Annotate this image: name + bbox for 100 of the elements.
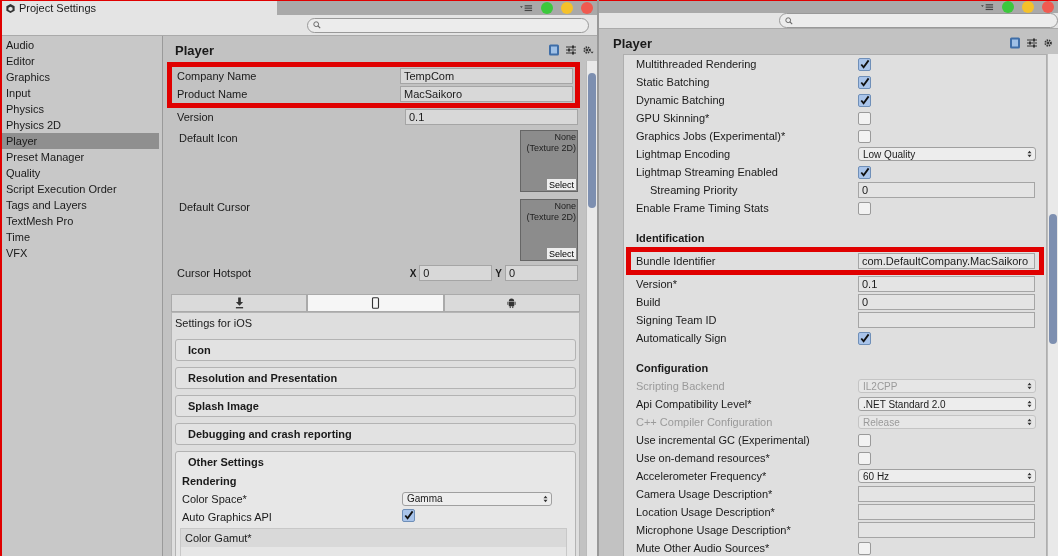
checkbox[interactable] (402, 509, 415, 522)
checkbox[interactable] (858, 93, 871, 107)
inspector-title: Player (175, 42, 215, 60)
checkbox[interactable] (858, 201, 871, 215)
field-label: Enable Frame Timing Stats (636, 202, 770, 214)
texture-slot[interactable]: None (Texture 2D) Select (520, 199, 578, 261)
text-field[interactable] (858, 486, 1035, 502)
download-arrow-icon (234, 297, 244, 309)
window-title: Project Settings (19, 2, 97, 14)
checkbox[interactable] (858, 331, 871, 345)
search-field[interactable] (307, 17, 589, 33)
sidebar-item[interactable]: Script Execution Order (2, 181, 159, 197)
scrollbar[interactable] (586, 61, 597, 556)
minimize-button[interactable] (1022, 1, 1034, 13)
platform-tab[interactable] (443, 294, 580, 312)
sidebar-item[interactable]: VFX (2, 245, 159, 261)
sidebar-item[interactable]: Quality (2, 165, 159, 181)
close-button[interactable] (581, 2, 593, 14)
checkbox[interactable] (858, 541, 871, 555)
sliders-icon[interactable] (565, 43, 577, 56)
phone-icon (371, 297, 380, 309)
up-down-arrows-icon (1027, 418, 1032, 426)
field-label: Build (636, 296, 662, 308)
field-label: Accelerometer Frequency* (636, 470, 768, 482)
foldout-section[interactable]: Icon (175, 339, 576, 361)
minimize-button[interactable] (561, 2, 573, 14)
dropdown[interactable]: Low Quality (858, 147, 1036, 161)
checkbox[interactable] (858, 433, 871, 447)
up-down-arrows-icon (1027, 150, 1032, 158)
scrollbar[interactable] (1047, 54, 1058, 556)
foldout-section[interactable]: Debugging and crash reporting (175, 423, 576, 445)
sidebar-item[interactable]: Preset Manager (2, 149, 159, 165)
sidebar-item[interactable]: Input (2, 85, 159, 101)
field-label: Default Icon (179, 132, 238, 146)
window-tab[interactable]: Project Settings (2, 1, 277, 15)
select-button[interactable]: Select (547, 179, 576, 190)
field-label: Lightmap Streaming Enabled (636, 166, 779, 178)
gear-icon[interactable] (1043, 36, 1055, 49)
search-icon (313, 21, 321, 29)
sidebar-item[interactable]: Player (2, 133, 159, 149)
text-field[interactable]: com.DefaultCompany.MacSaikoro (858, 253, 1035, 269)
sidebar-item[interactable]: Physics (2, 101, 159, 117)
checkbox[interactable] (858, 111, 871, 125)
text-field[interactable]: 0 (858, 294, 1035, 310)
field-label: Streaming Priority (649, 184, 739, 196)
gear-icon[interactable] (582, 43, 594, 56)
field-label: Mute Other Audio Sources* (636, 542, 771, 554)
dropdown[interactable]: 60 Hz (858, 469, 1036, 483)
texture-slot[interactable]: None (Texture 2D) Select (520, 130, 578, 192)
sidebar-item[interactable]: Graphics (2, 69, 159, 85)
platform-caption: Settings for iOS (175, 317, 254, 331)
help-book-icon[interactable] (1009, 36, 1021, 49)
checkbox[interactable] (858, 75, 871, 89)
field-label: Graphics Jobs (Experimental)* (636, 130, 787, 142)
foldout-section[interactable]: Splash Image (175, 395, 576, 417)
select-button[interactable]: Select (547, 248, 576, 259)
text-field[interactable]: 0 (858, 182, 1035, 198)
sidebar-item[interactable]: Time (2, 229, 159, 245)
android-robot-icon (507, 297, 517, 309)
dropdown[interactable]: .NET Standard 2.0 (858, 397, 1036, 411)
field-label: Signing Team ID (636, 314, 718, 326)
help-book-icon[interactable] (548, 43, 560, 56)
sliders-icon[interactable] (1026, 36, 1038, 49)
field-label: Microphone Usage Description* (636, 524, 792, 536)
section-title[interactable]: Other Settings (176, 452, 575, 472)
checkbox[interactable] (858, 129, 871, 143)
field-label: Scripting Backend (636, 380, 726, 392)
close-button[interactable] (1042, 1, 1054, 13)
checkbox[interactable] (858, 451, 871, 465)
axis-label: X (409, 267, 417, 279)
field-label: Lightmap Encoding (636, 148, 732, 160)
number-field[interactable]: 0 (419, 265, 493, 281)
field-label: Static Batching (636, 76, 711, 88)
field-label: Auto Graphics API (182, 510, 273, 525)
number-field[interactable]: 0 (505, 265, 578, 281)
text-field[interactable]: TempCom (400, 68, 573, 84)
text-field[interactable]: 0.1 (405, 109, 578, 125)
sidebar-item[interactable]: Tags and Layers (2, 197, 159, 213)
sidebar-item[interactable]: TextMesh Pro (2, 213, 159, 229)
subsection-heading: Rendering (181, 474, 238, 489)
sidebar-item[interactable]: Audio (2, 37, 159, 53)
text-field[interactable]: MacSaikoro (400, 86, 573, 102)
platform-tab[interactable] (171, 294, 308, 312)
sidebar-item[interactable]: Editor (2, 53, 159, 69)
text-field[interactable] (858, 522, 1035, 538)
checkbox[interactable] (858, 57, 871, 71)
field-label: Default Cursor (179, 201, 250, 215)
text-field[interactable] (858, 504, 1035, 520)
sidebar-item[interactable]: Physics 2D (2, 117, 159, 133)
cube-logo-icon (5, 2, 16, 14)
checkbox[interactable] (858, 165, 871, 179)
text-field[interactable] (858, 312, 1035, 328)
dropdown[interactable]: Gamma (402, 492, 552, 506)
platform-tab[interactable] (307, 294, 444, 312)
foldout-section[interactable]: Other Settings Rendering Color Space* Gamma Auto Graphics API Color Gamut* (175, 451, 576, 556)
search-field[interactable] (779, 13, 1058, 28)
menu-icon[interactable] (520, 4, 533, 12)
foldout-section[interactable]: Resolution and Presentation (175, 367, 576, 389)
text-field[interactable]: 0.1 (858, 276, 1035, 292)
menu-icon[interactable] (981, 3, 994, 11)
